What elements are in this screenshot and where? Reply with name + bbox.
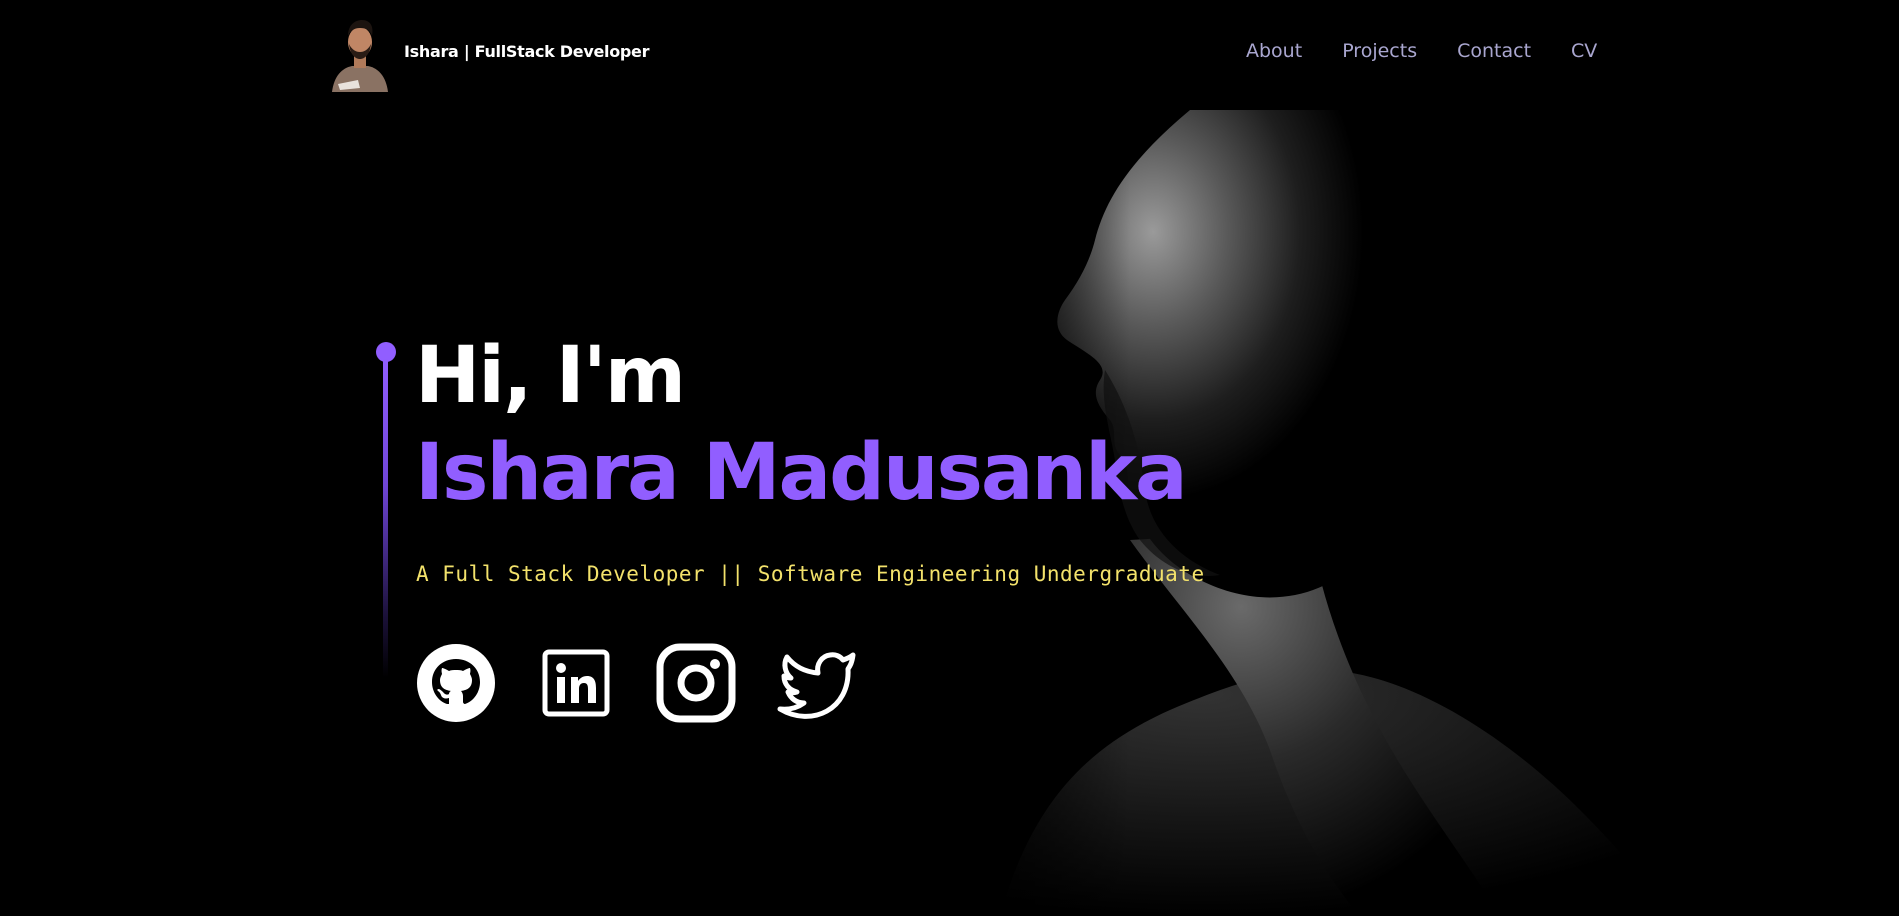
github-link[interactable]: [416, 643, 496, 723]
nav-contact[interactable]: Contact: [1457, 40, 1531, 62]
hero-name: Ishara Madusanka: [415, 428, 1188, 518]
hero-tagline: A Full Stack Developer || Software Engin…: [416, 562, 1205, 586]
linkedin-icon: [542, 649, 610, 717]
brand-link[interactable]: Ishara | FullStack Developer: [328, 14, 649, 92]
site-header: Ishara | FullStack Developer About Proje…: [0, 0, 1899, 105]
github-icon: [417, 644, 495, 722]
nav-cv[interactable]: CV: [1571, 40, 1597, 62]
hero-page: Ishara | FullStack Developer About Proje…: [0, 0, 1899, 916]
instagram-link[interactable]: [656, 643, 736, 723]
linkedin-link[interactable]: [536, 643, 616, 723]
main-nav: About Projects Contact CV: [1246, 40, 1597, 62]
nav-projects[interactable]: Projects: [1342, 40, 1417, 62]
avatar: [328, 14, 392, 92]
timeline-line: [383, 358, 388, 678]
brand-name: Ishara | FullStack Developer: [404, 41, 650, 61]
instagram-icon: [656, 643, 736, 723]
hero-greeting: Hi, I'm: [415, 331, 686, 421]
twitter-icon: [777, 652, 856, 719]
nav-about[interactable]: About: [1246, 40, 1302, 62]
social-links: [416, 643, 856, 723]
twitter-link[interactable]: [776, 643, 856, 723]
hero-timeline-decoration: [374, 338, 398, 678]
